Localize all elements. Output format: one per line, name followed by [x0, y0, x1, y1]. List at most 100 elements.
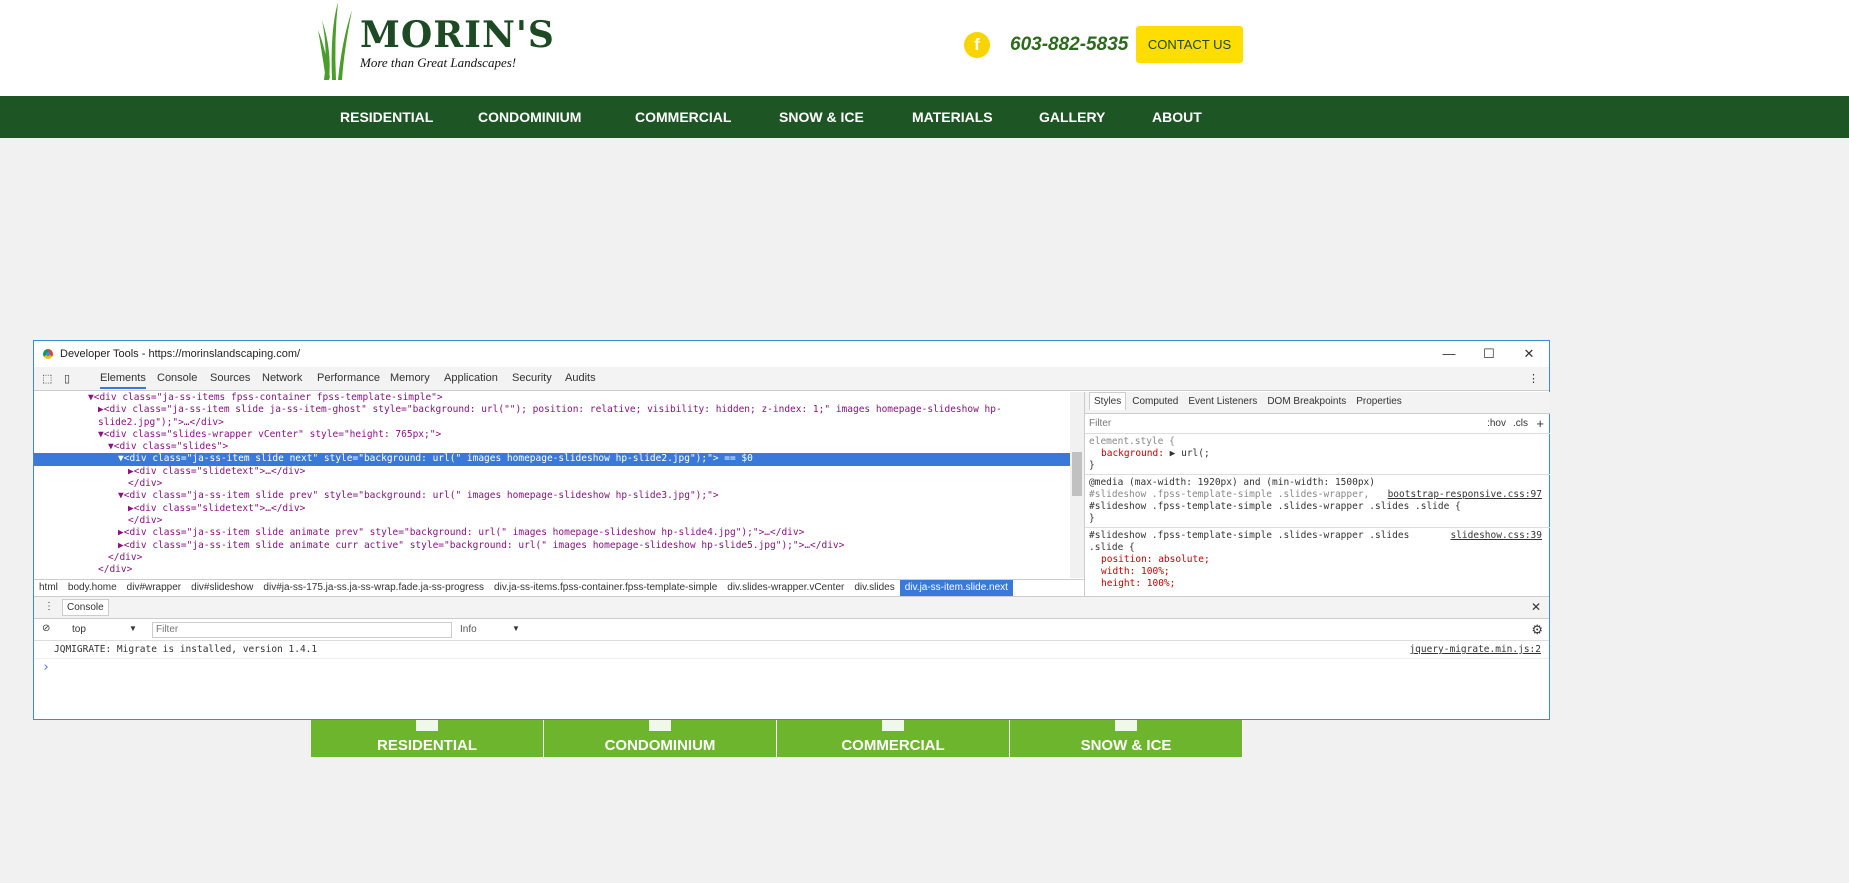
service-tiles: RESIDENTIAL CONDOMINIUM COMMERCIAL SNOW … — [311, 717, 1243, 757]
device-toolbar-icon[interactable]: ▯ — [64, 372, 70, 385]
message-text: JQMIGRATE: Migrate is installed, version… — [54, 644, 318, 655]
dom-line[interactable]: </div> — [34, 552, 1070, 564]
rule-selector: #slideshow .fpss-template-simple .slides… — [1089, 501, 1461, 512]
devtools-titlebar: Developer Tools - https://morinslandscap… — [34, 341, 1549, 367]
drawer-menu-icon[interactable]: ⋮ — [44, 601, 54, 612]
dom-line[interactable]: </div> — [34, 515, 1070, 527]
nav-about[interactable]: ABOUT — [1152, 109, 1202, 125]
dom-line[interactable]: ▼<div class="ja-ss-item slide prev" styl… — [34, 490, 1070, 502]
tab-performance[interactable]: Performance — [317, 372, 380, 384]
dom-line[interactable]: </div> — [34, 478, 1070, 490]
dom-line[interactable]: </div> — [34, 564, 1070, 576]
rule-value[interactable]: ▶ url(; — [1170, 448, 1210, 459]
gear-icon[interactable]: ⚙ — [1531, 622, 1543, 638]
source-link[interactable]: bootstrap-responsive.css:97 — [1388, 489, 1542, 501]
nav-materials[interactable]: MATERIALS — [912, 109, 993, 125]
maximize-button[interactable]: ☐ — [1469, 341, 1509, 367]
contact-us-button[interactable]: CONTACT US — [1136, 26, 1243, 63]
dom-scrollbar[interactable] — [1070, 392, 1084, 578]
message-source-link[interactable]: jquery-migrate.min.js:2 — [1409, 641, 1541, 659]
dom-line[interactable]: ▼<div class="slides-wrapper vCenter" sty… — [34, 429, 1070, 441]
rule-declaration[interactable]: width: 100%; — [1089, 566, 1546, 578]
source-link[interactable]: slideshow.css:39 — [1450, 530, 1542, 542]
tab-computed[interactable]: Computed — [1128, 393, 1182, 410]
crumb[interactable]: div.slides-wrapper.vCenter — [722, 580, 849, 596]
nav-gallery[interactable]: GALLERY — [1039, 109, 1105, 125]
tab-elements[interactable]: Elements — [100, 372, 146, 389]
add-rule-icon[interactable]: + — [1536, 414, 1544, 434]
more-menu-icon[interactable]: ⋮ — [1528, 372, 1539, 385]
dom-line-selected[interactable]: ▼<div class="ja-ss-item slide next" styl… — [34, 453, 1070, 466]
crumb[interactable]: body.home — [63, 580, 122, 596]
hov-toggle[interactable]: :hov — [1487, 414, 1506, 434]
tab-dom-breakpoints[interactable]: DOM Breakpoints — [1263, 393, 1350, 410]
facebook-icon[interactable]: f — [964, 32, 990, 58]
tab-styles[interactable]: Styles — [1089, 392, 1127, 410]
dom-line[interactable]: ▼<div class="slides"> — [34, 441, 1070, 453]
rule-selector: #slideshow .fpss-template-simple .slides… — [1089, 530, 1410, 541]
main-nav: RESIDENTIAL CONDOMINIUM COMMERCIAL SNOW … — [0, 96, 1849, 138]
crumb[interactable]: div#wrapper — [122, 580, 186, 596]
dom-line[interactable]: ▶<div class="slidetext">…</div> — [34, 466, 1070, 478]
tile-residential[interactable]: RESIDENTIAL — [311, 717, 544, 757]
tile-condominium[interactable]: CONDOMINIUM — [544, 717, 777, 757]
console-drawer-tabs: ⋮ Console ✕ — [34, 597, 1549, 619]
scroll-thumb[interactable] — [1072, 452, 1082, 496]
tab-memory[interactable]: Memory — [390, 372, 430, 384]
inspect-icon[interactable]: ⬚ — [42, 372, 52, 385]
tile-label: CONDOMINIUM — [604, 737, 716, 754]
dom-line[interactable]: ▶<div class="ja-ss-item slide ja-ss-item… — [34, 404, 1070, 416]
logo[interactable]: MORIN'S More than Great Landscapes! — [316, 0, 554, 82]
tab-application[interactable]: Application — [444, 372, 498, 384]
styles-pane: Styles Computed Event Listeners DOM Breakpo… — [1084, 392, 1550, 596]
log-level-select[interactable]: Info — [460, 624, 477, 635]
nav-commercial[interactable]: COMMERCIAL — [635, 109, 731, 125]
cls-toggle[interactable]: .cls — [1513, 414, 1528, 434]
tile-snow-ice[interactable]: SNOW & ICE — [1010, 717, 1243, 757]
minimize-button[interactable]: — — [1429, 341, 1469, 367]
rule-declaration[interactable]: position: absolute; — [1089, 554, 1546, 566]
crumb[interactable]: html — [34, 580, 63, 596]
tab-console[interactable]: Console — [157, 372, 197, 384]
tab-properties[interactable]: Properties — [1352, 393, 1406, 410]
dom-line[interactable]: ▶<div class="ja-ss-item slide animate pr… — [34, 527, 1070, 539]
crumb-active[interactable]: div.ja-ss-item.slide.next — [899, 580, 1013, 596]
chevron-down-icon[interactable]: ▼ — [129, 624, 137, 633]
nav-snow-ice[interactable]: SNOW & ICE — [779, 109, 864, 125]
rule-selector: #slideshow .fpss-template-simple .slides… — [1089, 489, 1370, 500]
rule-declaration[interactable]: height: 100%; — [1089, 578, 1546, 590]
tab-sources[interactable]: Sources — [210, 372, 250, 384]
nav-residential[interactable]: RESIDENTIAL — [340, 109, 433, 125]
nav-condominium[interactable]: CONDOMINIUM — [478, 109, 581, 125]
tab-event-listeners[interactable]: Event Listeners — [1184, 393, 1261, 410]
dom-line[interactable]: slide2.jpg");">…</div> — [34, 417, 1070, 429]
tab-security[interactable]: Security — [512, 372, 552, 384]
tile-commercial[interactable]: COMMERCIAL — [777, 717, 1010, 757]
console-filter-input[interactable]: Filter — [152, 622, 452, 638]
chevron-down-icon[interactable]: ▼ — [512, 624, 520, 633]
phone-number[interactable]: 603-882-5835 — [1010, 34, 1128, 56]
dom-line[interactable]: ▼<div class="ja-ss-items fpss-container … — [34, 392, 1070, 404]
clear-console-icon[interactable]: ⊘ — [42, 623, 50, 634]
context-select[interactable]: top — [72, 624, 86, 635]
console-drawer: ⋮ Console ✕ ⊘ top ▼ Filter Info ▼ ⚙ JQMI… — [34, 596, 1549, 720]
dom-line[interactable]: ▶<div class="slidetext">…</div> — [34, 503, 1070, 515]
crumb[interactable]: div.ja-ss-items.fpss-container.fpss-temp… — [489, 580, 722, 596]
tile-label: SNOW & ICE — [1080, 737, 1172, 754]
tab-network[interactable]: Network — [262, 372, 302, 384]
close-window-button[interactable]: ✕ — [1509, 341, 1549, 367]
rule-property[interactable]: background: — [1101, 448, 1164, 459]
crumb[interactable]: div#ja-ss-175.ja-ss.ja-ss-wrap.fade.ja-s… — [258, 580, 489, 596]
crumb[interactable]: div.slides — [849, 580, 899, 596]
dom-line[interactable]: ▶<div class="ja-ss-item slide animate cu… — [34, 540, 1070, 552]
console-message: JQMIGRATE: Migrate is installed, version… — [34, 641, 1549, 659]
styles-filter-input[interactable]: Filter :hov .cls + — [1085, 414, 1550, 434]
tab-console-drawer[interactable]: Console — [62, 599, 109, 616]
close-drawer-icon[interactable]: ✕ — [1531, 600, 1541, 614]
tile-label: RESIDENTIAL — [376, 737, 477, 754]
console-prompt[interactable]: › — [34, 659, 1549, 677]
tab-audits[interactable]: Audits — [565, 372, 596, 384]
crumb[interactable]: div#slideshow — [186, 580, 258, 596]
rule-element-style: element.style { background: ▶ url(; } — [1085, 434, 1550, 475]
rule-close: } — [1089, 460, 1095, 471]
